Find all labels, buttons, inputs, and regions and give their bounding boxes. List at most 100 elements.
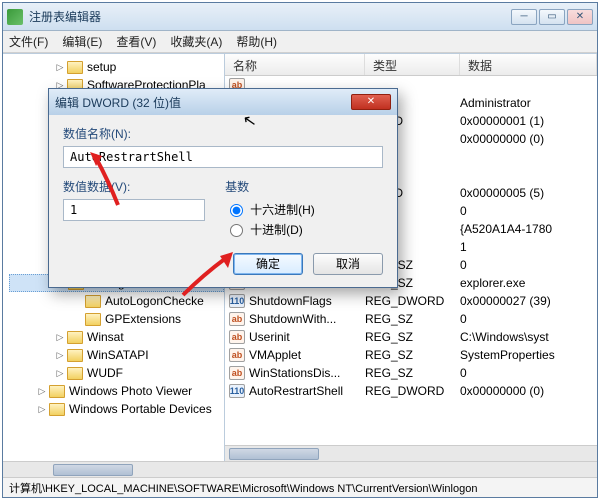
cell-data: 0x00000000 (0) [460, 384, 597, 398]
folder-icon [67, 331, 83, 344]
expand-icon[interactable]: ▷ [37, 404, 47, 415]
tree-item-label: WinSATAPI [87, 348, 149, 362]
menu-favorites[interactable]: 收藏夹(A) [170, 33, 222, 50]
cell-data: SystemProperties [460, 348, 597, 362]
folder-icon [67, 367, 83, 380]
list-row[interactable]: 110AutoRestrartShellREG_DWORD0x00000000 … [225, 382, 597, 400]
col-data[interactable]: 数据 [460, 54, 597, 75]
expand-icon[interactable]: ▷ [55, 368, 65, 379]
expand-icon[interactable]: ▷ [55, 332, 65, 343]
menu-view[interactable]: 查看(V) [116, 33, 156, 50]
expand-icon[interactable]: ▷ [55, 62, 65, 73]
maximize-button[interactable]: ▭ [539, 9, 565, 25]
tree-item-label: Windows Portable Devices [69, 402, 212, 416]
string-icon: ab [229, 348, 245, 362]
cell-data: {A520A1A4-1780 [460, 222, 597, 236]
cell-data: 0 [460, 258, 597, 272]
tree-item-label: WUDF [87, 366, 123, 380]
tree-item-label: setup [87, 60, 116, 74]
list-row[interactable]: abShutdownWith...REG_SZ0 [225, 310, 597, 328]
cell-data: 0x00000000 (0) [460, 132, 597, 146]
tree-item-label: Winsat [87, 330, 124, 344]
col-type[interactable]: 类型 [365, 54, 460, 75]
string-icon: ab [229, 366, 245, 380]
list-row[interactable]: 110 ShutdownFlagsREG_DWORD0x00000027 (39) [225, 292, 597, 310]
dword-icon: 110 [229, 384, 245, 398]
list-row[interactable]: ab VMAppletREG_SZSystemProperties [225, 346, 597, 364]
tree-item-label: Windows Photo Viewer [69, 384, 192, 398]
list-row[interactable]: ab UserinitREG_SZC:\Windows\syst [225, 328, 597, 346]
minimize-button[interactable]: ─ [511, 9, 537, 25]
cell-type: REG_SZ [365, 330, 460, 344]
folder-icon [49, 385, 65, 398]
radio-dec-input[interactable] [230, 224, 243, 237]
value-data-input[interactable] [63, 199, 205, 221]
value-data-label: 数值数据(V): [63, 178, 205, 195]
titlebar[interactable]: 注册表编辑器 ─ ▭ ✕ [3, 3, 597, 31]
scroll-thumb[interactable] [229, 448, 319, 460]
cell-data: explorer.exe [460, 276, 597, 290]
cell-name: ShutdownFlags [249, 294, 365, 308]
folder-icon [67, 349, 83, 362]
base-label: 基数 [225, 178, 383, 195]
cell-data: C:\Windows\syst [460, 330, 597, 344]
cell-type: REG_SZ [365, 366, 460, 380]
ok-button[interactable]: 确定 [233, 253, 303, 275]
tree-hscroll[interactable] [3, 462, 225, 477]
cell-data: 0x00000005 (5) [460, 186, 597, 200]
radio-hex-input[interactable] [230, 204, 243, 217]
edit-dword-dialog: 编辑 DWORD (32 位)值 ✕ 数值名称(N): 数值数据(V): 基数 … [48, 88, 398, 288]
folder-icon [85, 295, 101, 308]
tree-item[interactable]: AutoLogonChecke [9, 292, 224, 310]
string-icon: ab [229, 312, 245, 326]
dialog-close-button[interactable]: ✕ [351, 94, 391, 110]
cell-data: 1 [460, 240, 597, 254]
cell-name: AutoRestrartShell [249, 384, 365, 398]
cell-name: ShutdownWith... [249, 312, 365, 326]
cell-type: REG_DWORD [365, 294, 460, 308]
radio-dec[interactable]: 十进制(D) [225, 219, 383, 239]
tree-item[interactable]: ▷ WUDF [9, 364, 224, 382]
scroll-thumb[interactable] [53, 464, 133, 476]
cell-data: 0x00000027 (39) [460, 294, 597, 308]
list-header: 名称 类型 数据 [225, 54, 597, 76]
folder-icon [85, 313, 101, 326]
tree-item[interactable]: GPExtensions [9, 310, 224, 328]
value-name-input[interactable] [63, 146, 383, 168]
list-hscroll[interactable] [225, 445, 597, 461]
cell-name: VMApplet [249, 348, 365, 362]
tree-item[interactable]: ▷ Windows Portable Devices [9, 400, 224, 418]
tree-item[interactable]: ▷ Windows Photo Viewer [9, 382, 224, 400]
cell-data: 0 [460, 204, 597, 218]
cell-data: 0 [460, 312, 597, 326]
expand-icon[interactable]: ▷ [37, 386, 47, 397]
cell-type: REG_SZ [365, 348, 460, 362]
menu-file[interactable]: 文件(F) [9, 33, 48, 50]
cancel-button[interactable]: 取消 [313, 253, 383, 275]
value-name-label: 数值名称(N): [63, 125, 383, 142]
dialog-titlebar[interactable]: 编辑 DWORD (32 位)值 ✕ [49, 89, 397, 115]
tree-item[interactable]: ▷ setup [9, 58, 224, 76]
tree-item-label: AutoLogonChecke [105, 294, 204, 308]
cell-name: WinStationsDis... [249, 366, 365, 380]
folder-icon [49, 403, 65, 416]
dword-icon: 110 [229, 294, 245, 308]
cell-name: Userinit [249, 330, 365, 344]
tree-item[interactable]: ▷ Winsat [9, 328, 224, 346]
window-title: 注册表编辑器 [29, 8, 511, 25]
statusbar: 计算机\HKEY_LOCAL_MACHINE\SOFTWARE\Microsof… [3, 477, 597, 497]
list-row[interactable]: abWinStationsDis...REG_SZ0 [225, 364, 597, 382]
close-button[interactable]: ✕ [567, 9, 593, 25]
dialog-title: 编辑 DWORD (32 位)值 [55, 94, 351, 111]
expand-icon[interactable]: ▷ [55, 350, 65, 361]
tree-item[interactable]: ▷ WinSATAPI [9, 346, 224, 364]
string-icon: ab [229, 330, 245, 344]
radio-hex[interactable]: 十六进制(H) [225, 199, 383, 219]
tree-item-label: GPExtensions [105, 312, 181, 326]
menu-edit[interactable]: 编辑(E) [62, 33, 102, 50]
cell-data: Administrator [460, 96, 597, 110]
col-name[interactable]: 名称 [225, 54, 365, 75]
menubar: 文件(F) 编辑(E) 查看(V) 收藏夹(A) 帮助(H) [3, 31, 597, 53]
regedit-icon [7, 9, 23, 25]
menu-help[interactable]: 帮助(H) [236, 33, 277, 50]
